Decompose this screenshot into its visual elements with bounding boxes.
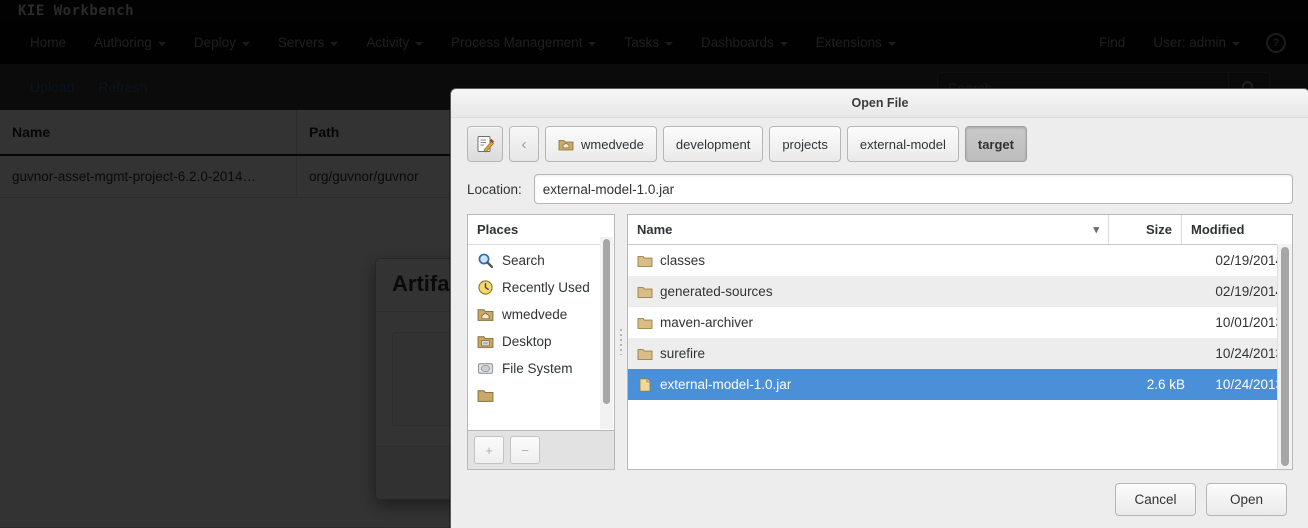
dialog-title: Open File <box>451 89 1308 118</box>
file-name-cell: maven-archiver <box>628 315 1131 331</box>
places-scrollbar[interactable] <box>600 237 613 429</box>
file-list-scrollbar[interactable] <box>1277 244 1292 469</box>
place-label: Recently Used <box>502 280 590 295</box>
file-row-maven-archiver[interactable]: maven-archiver 10/01/2013 <box>628 307 1292 338</box>
breadcrumb-wmedvede[interactable]: wmedvede <box>545 126 657 162</box>
home-folder-icon <box>558 136 574 152</box>
magnifier-icon <box>477 252 494 269</box>
folder-icon <box>637 315 653 331</box>
file-icon <box>637 377 653 393</box>
column-header-name[interactable]: Name ▾ <box>628 215 1109 244</box>
location-input[interactable] <box>534 174 1293 204</box>
place-item-file-system[interactable]: File System <box>468 355 614 382</box>
dialog-footer: Cancel Open <box>451 470 1308 528</box>
breadcrumb-label: projects <box>782 137 828 152</box>
chevron-left-icon[interactable]: ‹ <box>509 126 539 162</box>
breadcrumb-label: external-model <box>860 137 946 152</box>
drive-icon <box>477 360 494 377</box>
document-edit-icon[interactable] <box>467 126 503 162</box>
file-list-panel: Name ▾ Size Modified classes 02/19/2014 <box>627 214 1293 470</box>
file-name: external-model-1.0.jar <box>660 377 791 392</box>
panel-splitter[interactable] <box>615 214 627 470</box>
open-button[interactable]: Open <box>1206 483 1287 516</box>
add-place-button[interactable]: + <box>474 436 504 464</box>
chevron-down-icon: ▾ <box>1093 223 1099 236</box>
file-name-cell: surefire <box>628 346 1131 362</box>
clock-icon <box>477 279 494 296</box>
folder-icon <box>637 284 653 300</box>
file-row-classes[interactable]: classes 02/19/2014 <box>628 245 1292 276</box>
places-scrollbar-thumb[interactable] <box>603 239 610 404</box>
places-panel: Places Search Recent <box>467 214 615 431</box>
file-name: generated-sources <box>660 284 773 299</box>
location-label: Location: <box>467 182 522 197</box>
column-header-size[interactable]: Size <box>1109 215 1182 244</box>
remove-place-button[interactable]: − <box>510 436 540 464</box>
breadcrumb-projects[interactable]: projects <box>769 126 841 162</box>
file-name: classes <box>660 253 705 268</box>
place-label: wmedvede <box>502 307 567 322</box>
place-label: Desktop <box>502 334 552 349</box>
file-name-cell: classes <box>628 253 1131 269</box>
places-toolbar: + − <box>467 431 615 470</box>
folder-icon <box>637 346 653 362</box>
file-list-body: classes 02/19/2014 generated-sources 02/… <box>628 245 1292 469</box>
place-item-partial[interactable] <box>468 382 614 409</box>
place-item-search[interactable]: Search <box>468 247 614 274</box>
folder-icon <box>477 387 494 404</box>
file-row-generated-sources[interactable]: generated-sources 02/19/2014 <box>628 276 1292 307</box>
location-row: Location: <box>451 168 1308 214</box>
file-name: maven-archiver <box>660 315 753 330</box>
path-bar: ‹ wmedvede development projects external… <box>451 118 1308 168</box>
home-folder-icon <box>477 306 494 323</box>
file-row-surefire[interactable]: surefire 10/24/2013 <box>628 338 1292 369</box>
place-label: Search <box>502 253 545 268</box>
file-list-header: Name ▾ Size Modified <box>628 215 1292 245</box>
folder-icon <box>637 253 653 269</box>
breadcrumb-label: target <box>978 137 1014 152</box>
column-header-modified[interactable]: Modified <box>1182 215 1292 244</box>
place-item-recently-used[interactable]: Recently Used <box>468 274 614 301</box>
breadcrumb-label: development <box>676 137 750 152</box>
file-name-cell: generated-sources <box>628 284 1131 300</box>
places-header: Places <box>468 215 614 245</box>
breadcrumb-target[interactable]: target <box>965 126 1027 162</box>
place-item-wmedvede[interactable]: wmedvede <box>468 301 614 328</box>
breadcrumb-development[interactable]: development <box>663 126 763 162</box>
splitter-grip <box>620 329 622 355</box>
place-item-desktop[interactable]: Desktop <box>468 328 614 355</box>
place-label: File System <box>502 361 573 376</box>
file-row-external-model-jar[interactable]: external-model-1.0.jar 2.6 kB 10/24/2013 <box>628 369 1292 400</box>
dialog-main: Places Search Recent <box>451 214 1308 470</box>
open-file-dialog: Open File ‹ wmedvede development proje <box>450 88 1308 528</box>
places-column: Places Search Recent <box>467 214 615 470</box>
file-name-cell: external-model-1.0.jar <box>628 377 1131 393</box>
file-name: surefire <box>660 346 705 361</box>
desktop-folder-icon <box>477 333 494 350</box>
column-header-name-label: Name <box>637 222 672 237</box>
file-size: 2.6 kB <box>1131 377 1191 392</box>
places-list: Search Recently Used <box>468 245 614 411</box>
cancel-button[interactable]: Cancel <box>1115 483 1196 516</box>
breadcrumb-external-model[interactable]: external-model <box>847 126 959 162</box>
file-list-scrollbar-thumb[interactable] <box>1281 247 1289 466</box>
breadcrumb-label: wmedvede <box>581 137 644 152</box>
